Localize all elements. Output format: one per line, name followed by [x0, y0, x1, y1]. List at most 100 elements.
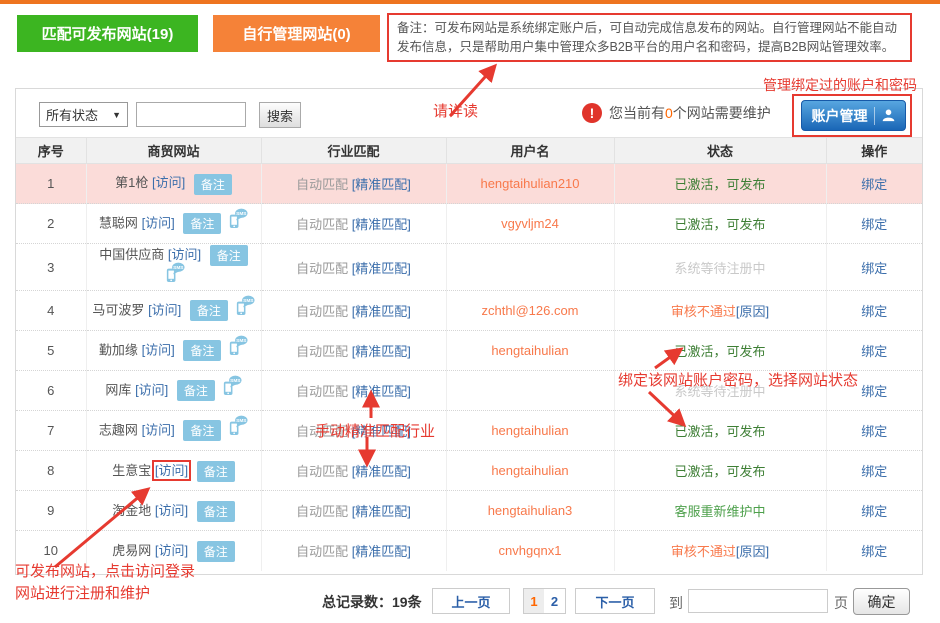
col-header-industry: 行业匹配 [261, 138, 446, 164]
site-name: 淘金地 [112, 503, 151, 518]
precise-match-link[interactable]: [精准匹配] [352, 504, 411, 519]
table-row: 9 淘金地 [访问] 备注 自动匹配 [精准匹配] hengtaihulian3… [16, 491, 922, 531]
visit-link[interactable]: [访问] [148, 302, 181, 317]
precise-match-link[interactable]: [精准匹配] [352, 544, 411, 559]
note-button[interactable]: 备注 [190, 300, 228, 321]
sms-icon[interactable]: SMS [234, 295, 255, 319]
account-manage-label: 账户管理 [812, 106, 868, 126]
auto-match-label: 自动匹配 [296, 177, 352, 192]
annotation-read-carefully: 请详读 [433, 100, 478, 121]
visit-link[interactable]: [访问] [152, 175, 185, 190]
note-button[interactable]: 备注 [183, 340, 221, 361]
site-name: 网库 [105, 382, 131, 397]
warning-icon: ! [582, 103, 602, 123]
visit-link[interactable]: [访问] [142, 342, 175, 357]
status-filter-select[interactable]: 所有状态 ▼ [39, 102, 128, 127]
svg-text:SMS: SMS [230, 378, 240, 384]
site-name: 虎易网 [112, 543, 151, 558]
site-name: 志趣网 [99, 422, 138, 437]
table-header-row: 序号 商贸网站 行业匹配 用户名 状态 操作 [16, 138, 922, 164]
prev-page-button[interactable]: 上一页 [432, 588, 510, 614]
status-text: 客服重新维护中 [674, 504, 765, 519]
precise-match-link[interactable]: [精准匹配] [352, 217, 411, 232]
visit-link[interactable]: [访问] [155, 543, 188, 558]
note-button[interactable]: 备注 [183, 213, 221, 234]
table-body: 1 第1枪 [访问] 备注 自动匹配 [精准匹配] hengtaihulian 2… [16, 164, 922, 571]
auto-match-label: 自动匹配 [296, 217, 352, 232]
precise-match-link[interactable]: [精准匹配] [352, 304, 411, 319]
note-button[interactable]: 备注 [177, 380, 215, 401]
bind-link[interactable]: 绑定 [861, 504, 887, 519]
reason-link[interactable]: [原因] [736, 304, 769, 319]
account-manage-button[interactable]: 账户管理 [801, 100, 906, 131]
sms-icon[interactable]: SMS [227, 415, 248, 439]
bind-link[interactable]: 绑定 [861, 344, 887, 359]
auto-match-label: 自动匹配 [296, 384, 352, 399]
table-row: 8 生意宝 [访问] 备注 自动匹配 [精准匹配] hengtaihulian … [16, 451, 922, 491]
visit-link[interactable]: [访问] [168, 247, 201, 262]
next-page-button[interactable]: 下一页 [575, 588, 655, 614]
auto-match-label: 自动匹配 [296, 504, 352, 519]
note-button[interactable]: 备注 [194, 174, 232, 195]
bind-link[interactable]: 绑定 [861, 304, 887, 319]
table-row: 4 马可波罗 [访问] 备注 SMS 自动匹配 [精准匹配] zchthl@12… [16, 291, 922, 331]
username: hengtaihulian [446, 411, 614, 451]
note-button[interactable]: 备注 [197, 541, 235, 562]
visit-link[interactable]: [访问] [135, 382, 168, 397]
bind-link[interactable]: 绑定 [861, 544, 887, 559]
auto-match-label: 自动匹配 [296, 344, 352, 359]
search-button[interactable]: 搜索 [259, 102, 301, 128]
annotation-publish-hint: 可发布网站，点击访问登录网站进行注册和维护 [15, 561, 245, 605]
visit-link[interactable]: [访问] [142, 215, 175, 230]
bind-link[interactable]: 绑定 [861, 177, 887, 192]
note-button[interactable]: 备注 [210, 245, 248, 266]
site-name: 第1枪 [115, 175, 148, 190]
visit-link[interactable]: [访问] [155, 463, 188, 478]
site-name: 慧聪网 [99, 215, 138, 230]
tab-publishable-sites[interactable]: 匹配可发布网站(19) [17, 15, 198, 52]
site-name: 中国供应商 [99, 247, 164, 262]
row-index: 5 [16, 331, 86, 371]
bind-link[interactable]: 绑定 [861, 384, 887, 399]
chevron-down-icon: ▼ [112, 110, 121, 120]
note-button[interactable]: 备注 [183, 420, 221, 441]
note-button[interactable]: 备注 [197, 461, 235, 482]
note-box: 备注：可发布网站是系统绑定账户后，可自动完成信息发布的网站。自行管理网站不能自动… [387, 13, 912, 62]
precise-match-link[interactable]: [精准匹配] [352, 384, 411, 399]
bind-link[interactable]: 绑定 [861, 464, 887, 479]
row-index: 1 [16, 164, 86, 204]
table-row: 2 慧聪网 [访问] 备注 SMS 自动匹配 [精准匹配] vgyvljm24 … [16, 204, 922, 244]
page-number-2[interactable]: 2 [544, 588, 566, 614]
precise-match-link[interactable]: [精准匹配] [352, 344, 411, 359]
sms-icon[interactable]: SMS [164, 262, 185, 286]
warning-text: 您当前有0个网站需要维护 [609, 103, 771, 123]
precise-match-link[interactable]: [精准匹配] [352, 261, 411, 276]
bind-link[interactable]: 绑定 [861, 217, 887, 232]
annotation-manage-account: 管理绑定过的账户和密码 [763, 75, 917, 95]
tab-self-managed-sites[interactable]: 自行管理网站(0) [213, 15, 380, 52]
visit-link[interactable]: [访问] [142, 422, 175, 437]
sms-icon[interactable]: SMS [227, 208, 248, 232]
sms-icon[interactable]: SMS [221, 375, 242, 399]
confirm-button[interactable]: 确定 [853, 588, 910, 615]
svg-text:SMS: SMS [243, 298, 253, 304]
table-row: 5 勤加缘 [访问] 备注 SMS 自动匹配 [精准匹配] hengtaihul… [16, 331, 922, 371]
page-unit-label: 页 [834, 593, 848, 613]
bind-link[interactable]: 绑定 [861, 424, 887, 439]
site-name: 马可波罗 [92, 302, 144, 317]
sms-icon[interactable]: SMS [227, 335, 248, 359]
bind-link[interactable]: 绑定 [861, 261, 887, 276]
status-text: 已激活，可发布 [674, 177, 765, 192]
note-button[interactable]: 备注 [197, 501, 235, 522]
svg-text:SMS: SMS [236, 338, 246, 344]
goto-page-input[interactable] [688, 589, 828, 613]
reason-link[interactable]: [原因] [736, 544, 769, 559]
table-row: 1 第1枪 [访问] 备注 自动匹配 [精准匹配] hengtaihulian2… [16, 164, 922, 204]
precise-match-link[interactable]: [精准匹配] [352, 177, 411, 192]
page-number-1[interactable]: 1 [523, 588, 545, 614]
visit-link[interactable]: [访问] [155, 503, 188, 518]
b2b-site-manager-page: 匹配可发布网站(19) 自行管理网站(0) 备注：可发布网站是系统绑定账户后，可… [0, 0, 940, 623]
search-input[interactable] [136, 102, 246, 127]
col-header-status: 状态 [614, 138, 826, 164]
precise-match-link[interactable]: [精准匹配] [352, 464, 411, 479]
